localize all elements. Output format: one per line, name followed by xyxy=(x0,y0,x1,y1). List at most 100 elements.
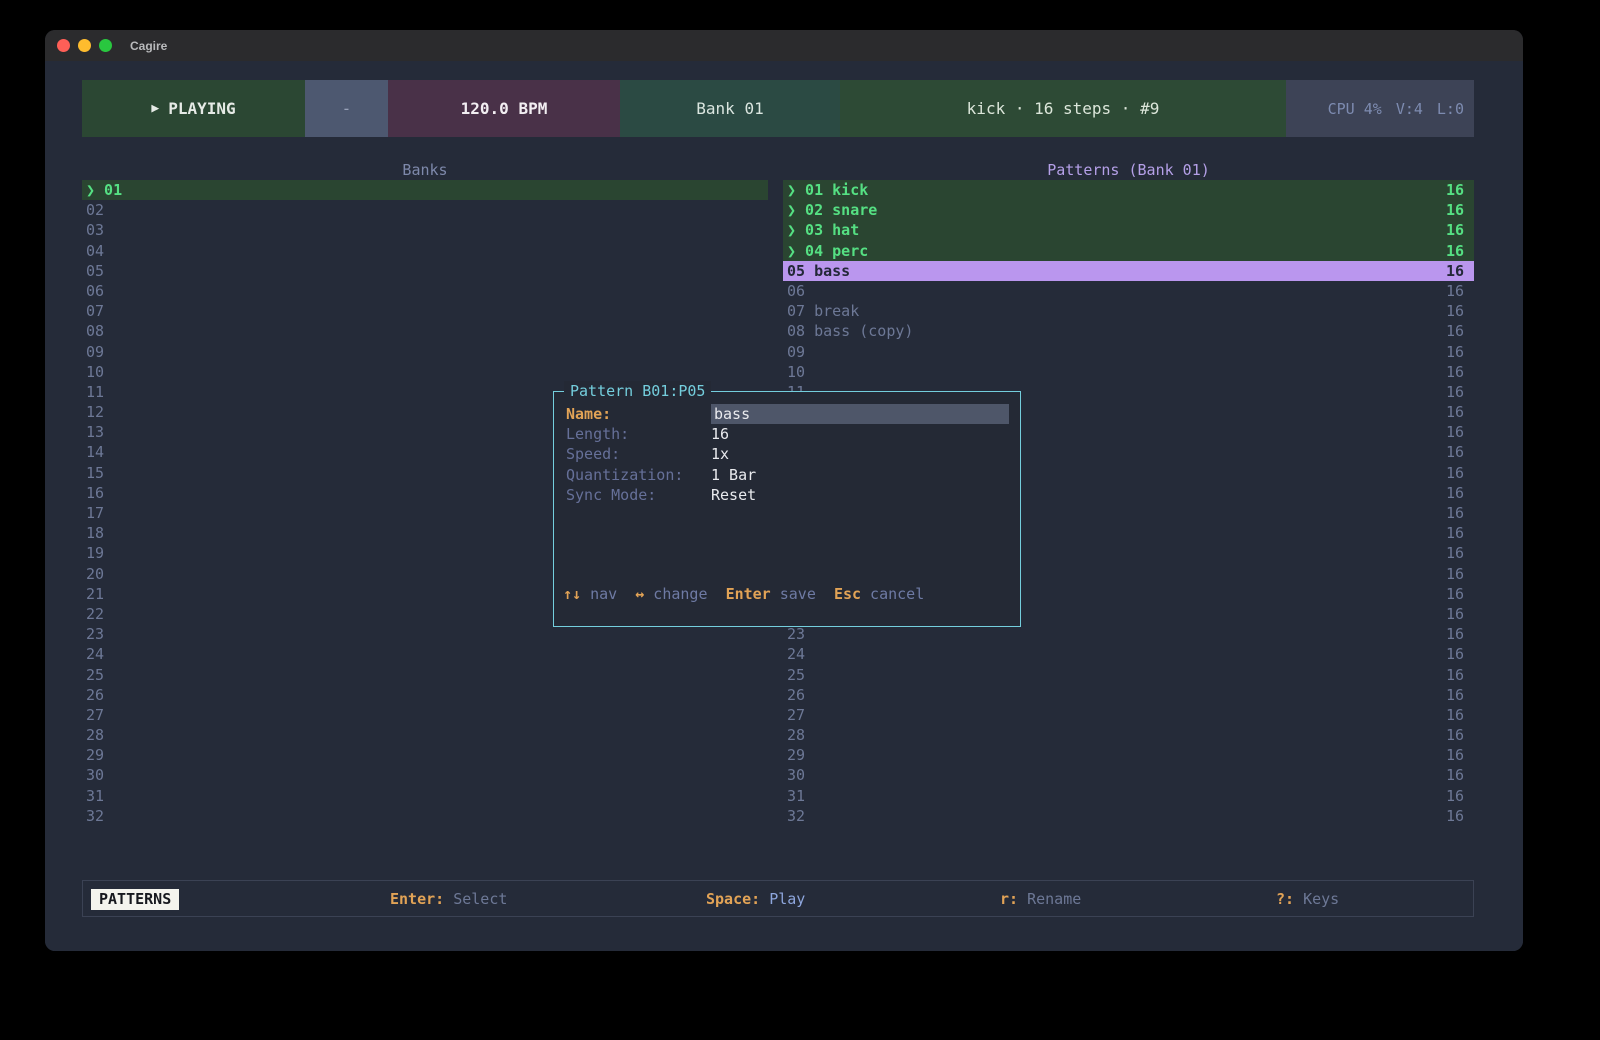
pattern-row[interactable]: 05 bass16 xyxy=(783,261,1474,281)
pattern-label: 27 xyxy=(787,705,1446,725)
dialog-field-value: 16 xyxy=(711,424,729,444)
pattern-row[interactable]: ❯ 01 kick16 xyxy=(783,180,1474,200)
bank-row[interactable]: 05 xyxy=(82,261,768,281)
bank-label: 05 xyxy=(86,261,768,281)
bank-label: 09 xyxy=(86,342,768,362)
traffic-lights xyxy=(57,39,112,52)
bank-row[interactable]: 30 xyxy=(82,765,768,785)
pattern-row[interactable]: 2416 xyxy=(783,644,1474,664)
bank-row[interactable]: 07 xyxy=(82,301,768,321)
pattern-row[interactable]: 2316 xyxy=(783,624,1474,644)
dialog-hint-label: nav xyxy=(581,584,635,604)
bank-label: 08 xyxy=(86,321,768,341)
banks-column-header: Banks xyxy=(82,160,768,180)
pattern-row[interactable]: 1016 xyxy=(783,362,1474,382)
pattern-row[interactable]: 3016 xyxy=(783,765,1474,785)
pattern-step-count: 16 xyxy=(1446,725,1474,745)
bank-row[interactable]: 23 xyxy=(82,624,768,644)
close-icon[interactable] xyxy=(57,39,70,52)
bank-row[interactable]: 27 xyxy=(82,705,768,725)
bank-label: 07 xyxy=(86,301,768,321)
window-titlebar[interactable]: Cagire xyxy=(45,30,1523,61)
pattern-label: 10 xyxy=(787,362,1446,382)
pattern-label: 26 xyxy=(787,685,1446,705)
bank-row[interactable]: 24 xyxy=(82,644,768,664)
dialog-field-row[interactable]: Length:16 xyxy=(554,424,1020,444)
pattern-step-count: 16 xyxy=(1446,806,1474,826)
pattern-row[interactable]: 0916 xyxy=(783,342,1474,362)
pattern-name-input[interactable] xyxy=(711,404,1009,424)
pattern-label: ❯ 01 kick xyxy=(787,180,1446,200)
pattern-label: 28 xyxy=(787,725,1446,745)
bank-row[interactable]: 04 xyxy=(82,241,768,261)
pattern-label: 25 xyxy=(787,665,1446,685)
pattern-label: ❯ 02 snare xyxy=(787,200,1446,220)
bank-row[interactable]: 32 xyxy=(82,806,768,826)
pattern-row[interactable]: 3216 xyxy=(783,806,1474,826)
now-playing-display: kick · 16 steps · #9 xyxy=(840,80,1286,137)
statusbar-hint-label: Rename xyxy=(1018,890,1081,908)
dialog-field-row[interactable]: Sync Mode:Reset xyxy=(554,485,1020,505)
play-icon: ▶ xyxy=(151,101,159,116)
bank-row[interactable]: 25 xyxy=(82,665,768,685)
bank-row[interactable]: 31 xyxy=(82,786,768,806)
statusbar-hint-key: r: xyxy=(1000,890,1018,908)
pattern-step-count: 16 xyxy=(1446,564,1474,584)
pattern-label: 06 xyxy=(787,281,1446,301)
dialog-key-hints: ↑↓ nav ↔ change Enter save Esc cancel xyxy=(563,584,924,604)
pattern-row[interactable]: 2516 xyxy=(783,665,1474,685)
transport-bar: ▶ PLAYING - 120.0 BPM Bank 01 kick · 16 … xyxy=(82,80,1474,137)
statusbar-hint-label: Select xyxy=(444,890,507,908)
statusbar-hint-key: ?: xyxy=(1276,890,1294,908)
bank-label: 04 xyxy=(86,241,768,261)
pattern-step-count: 16 xyxy=(1446,362,1474,382)
pattern-row[interactable]: 2616 xyxy=(783,685,1474,705)
pattern-row[interactable]: 08 bass (copy)16 xyxy=(783,321,1474,341)
pattern-step-count: 16 xyxy=(1446,624,1474,644)
bank-row[interactable]: 06 xyxy=(82,281,768,301)
pattern-step-count: 16 xyxy=(1446,321,1474,341)
pattern-label: 29 xyxy=(787,745,1446,765)
dialog-fields: Name:Length:16Speed:1xQuantization:1 Bar… xyxy=(554,404,1020,505)
dialog-field-row[interactable]: Speed:1x xyxy=(554,444,1020,464)
pattern-row[interactable]: ❯ 03 hat16 xyxy=(783,220,1474,240)
dialog-field-row[interactable]: Name: xyxy=(554,404,1020,424)
pattern-row[interactable]: 2716 xyxy=(783,705,1474,725)
statusbar-hint-key: Enter: xyxy=(390,890,444,908)
bank-label: 32 xyxy=(86,806,768,826)
bank-row[interactable]: 02 xyxy=(82,200,768,220)
bank-row[interactable]: ❯ 01 xyxy=(82,180,768,200)
bank-label: 02 xyxy=(86,200,768,220)
pattern-row[interactable]: 2816 xyxy=(783,725,1474,745)
transport-state: ▶ PLAYING xyxy=(82,80,305,137)
pattern-step-count: 16 xyxy=(1446,422,1474,442)
dialog-title: Pattern B01:P05 xyxy=(564,381,711,401)
pattern-row[interactable]: 0616 xyxy=(783,281,1474,301)
pattern-row[interactable]: 2916 xyxy=(783,745,1474,765)
pattern-step-count: 16 xyxy=(1446,281,1474,301)
pattern-row[interactable]: 07 break16 xyxy=(783,301,1474,321)
pattern-row[interactable]: ❯ 02 snare16 xyxy=(783,200,1474,220)
pattern-row[interactable]: ❯ 04 perc16 xyxy=(783,241,1474,261)
bank-row[interactable]: 28 xyxy=(82,725,768,745)
bank-label: ❯ 01 xyxy=(86,180,768,200)
transport-state-label: PLAYING xyxy=(168,99,235,118)
pattern-step-count: 16 xyxy=(1446,503,1474,523)
bank-row[interactable]: 10 xyxy=(82,362,768,382)
dialog-field-label: Name: xyxy=(566,404,711,424)
dialog-field-row[interactable]: Quantization:1 Bar xyxy=(554,465,1020,485)
maximize-icon[interactable] xyxy=(99,39,112,52)
system-stats: CPU 4% V:4 L:0 xyxy=(1286,80,1474,137)
bank-row[interactable]: 08 xyxy=(82,321,768,341)
bank-row[interactable]: 03 xyxy=(82,220,768,240)
pattern-step-count: 16 xyxy=(1446,382,1474,402)
minimize-icon[interactable] xyxy=(78,39,91,52)
hint-play: Space: Play xyxy=(706,889,805,910)
bank-row[interactable]: 09 xyxy=(82,342,768,362)
bank-row[interactable]: 29 xyxy=(82,745,768,765)
pattern-row[interactable]: 3116 xyxy=(783,786,1474,806)
hint-select: Enter: Select xyxy=(390,889,507,910)
bank-label: 24 xyxy=(86,644,768,664)
bank-row[interactable]: 26 xyxy=(82,685,768,705)
dialog-field-label: Length: xyxy=(566,424,711,444)
